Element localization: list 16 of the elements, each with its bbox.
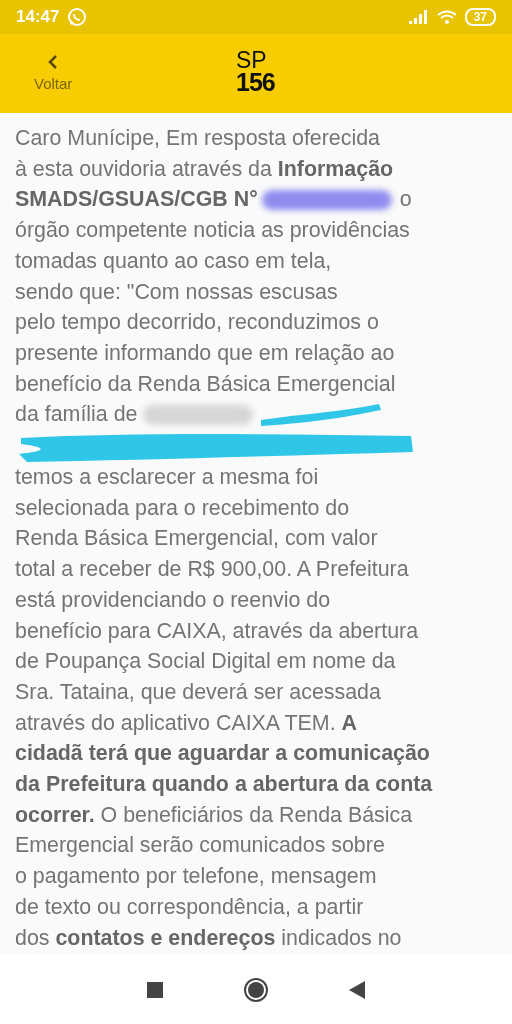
back-button[interactable]: Voltar — [32, 51, 75, 96]
wifi-icon — [436, 9, 457, 25]
logo: SP 156 — [236, 50, 275, 94]
message-text: da família de — [15, 401, 138, 429]
message-text: Caro Munícipe, Em resposta oferecida à esta ouvidoria através da Informação — [15, 125, 395, 183]
home-button[interactable] — [243, 976, 269, 1003]
signal-icon — [408, 10, 429, 24]
battery-indicator: 37 — [464, 8, 496, 26]
message-text: temos a esclarecer a mesma foi selecionada para o recebimento do Renda Básica Emergencial, com valor total a receber de R$ 900,00. A Prefeitura está providenciando o reenvio do benefício para CAIXA, através da abertura de Poupança Social Digital em nome da Sra. Tataina, que deverá ser acessada através do aplicativo CAIXA TEM. A cidadã terá que aguardar a comunicação da Prefeitura quando a abertura da conta ocorrer. O beneficiários da Renda Básica Emergencial serão comunicados sobre o pagamento por telefone, mensagem de texto ou correspondência, a partir dos contatos e endereços indicados no — [15, 464, 434, 952]
message-text: o — [399, 186, 412, 214]
message-text: SMADS/GSUAS/CGB N° — [15, 186, 258, 214]
chevron-left-icon — [48, 55, 59, 69]
chat-icon — [67, 7, 88, 27]
status-time: 14:47 — [16, 7, 60, 27]
back-nav-button[interactable] — [349, 980, 365, 999]
recents-button[interactable] — [147, 981, 163, 998]
